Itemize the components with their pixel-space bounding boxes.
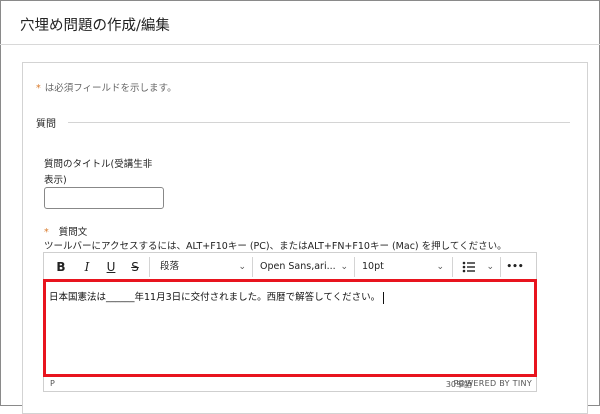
bold-button[interactable]: B [54,259,68,275]
toolbar-separator [354,257,355,277]
font-family-select-label: Open Sans,ari... [260,261,336,272]
toolbar-separator [452,257,453,277]
editor-toolbar: B I U S 段落 ⌄ Open Sans,ari... ⌄ 10pt ⌄ ⌄ [44,253,536,282]
toolbar-separator [252,257,253,277]
font-size-select-label: 10pt [362,261,384,272]
underline-button[interactable]: U [104,259,118,275]
paragraph-select[interactable]: 段落 ⌄ [160,259,246,275]
toolbar-separator [500,257,501,277]
section-divider [68,122,570,123]
asterisk-icon: * [44,227,49,238]
question-text-label: * 質問文 [44,224,87,238]
font-family-select[interactable]: Open Sans,ari... ⌄ [260,259,348,275]
page-title: 穴埋め問題の作成/編集 [20,18,170,34]
bullet-list-button[interactable]: ⌄ [462,259,494,275]
more-button[interactable]: ••• [506,259,524,275]
required-note: * は必須フィールドを示します。 [36,80,177,94]
italic-button[interactable]: I [80,259,94,275]
editor-content-text: 日本国憲法は______年11月3日に交付されました。西暦で解答してください。 [49,292,381,303]
question-title-input[interactable] [44,187,164,209]
question-text-label-text: 質問文 [58,227,88,238]
powered-by-link[interactable]: POWERED BY TINY [454,379,533,388]
element-path[interactable]: P [50,379,55,388]
paragraph-select-label: 段落 [160,261,180,272]
toolbar-hint: ツールバーにアクセスするには、ALT+F10キー (PC)、またはALT+FN+… [44,241,507,252]
section-heading: 質問 [36,119,56,130]
chevron-down-icon: ⌄ [340,262,348,272]
rich-text-editor: B I U S 段落 ⌄ Open Sans,ari... ⌄ 10pt ⌄ ⌄ [43,252,537,392]
text-caret [383,291,385,304]
editor-statusbar: P 30単語 POWERED BY TINY [44,375,536,392]
chevron-down-icon: ⌄ [238,262,246,272]
asterisk-icon: * [36,83,41,94]
chevron-down-icon: ⌄ [436,262,444,272]
required-note-text: は必須フィールドを示します。 [44,83,177,94]
toolbar-separator [149,257,150,277]
strikethrough-button[interactable]: S [128,259,142,275]
editor-content-area[interactable]: 日本国憲法は______年11月3日に交付されました。西暦で解答してください。 [44,282,536,375]
font-size-select[interactable]: 10pt ⌄ [362,259,444,275]
chevron-down-icon: ⌄ [486,262,494,272]
editor-content[interactable]: 日本国憲法は______年11月3日に交付されました。西暦で解答してください。 [49,289,385,304]
question-title-label: 質問のタイトル(受講生非表示) [44,159,153,186]
title-divider [0,44,600,45]
bullet-list-icon [462,261,475,273]
